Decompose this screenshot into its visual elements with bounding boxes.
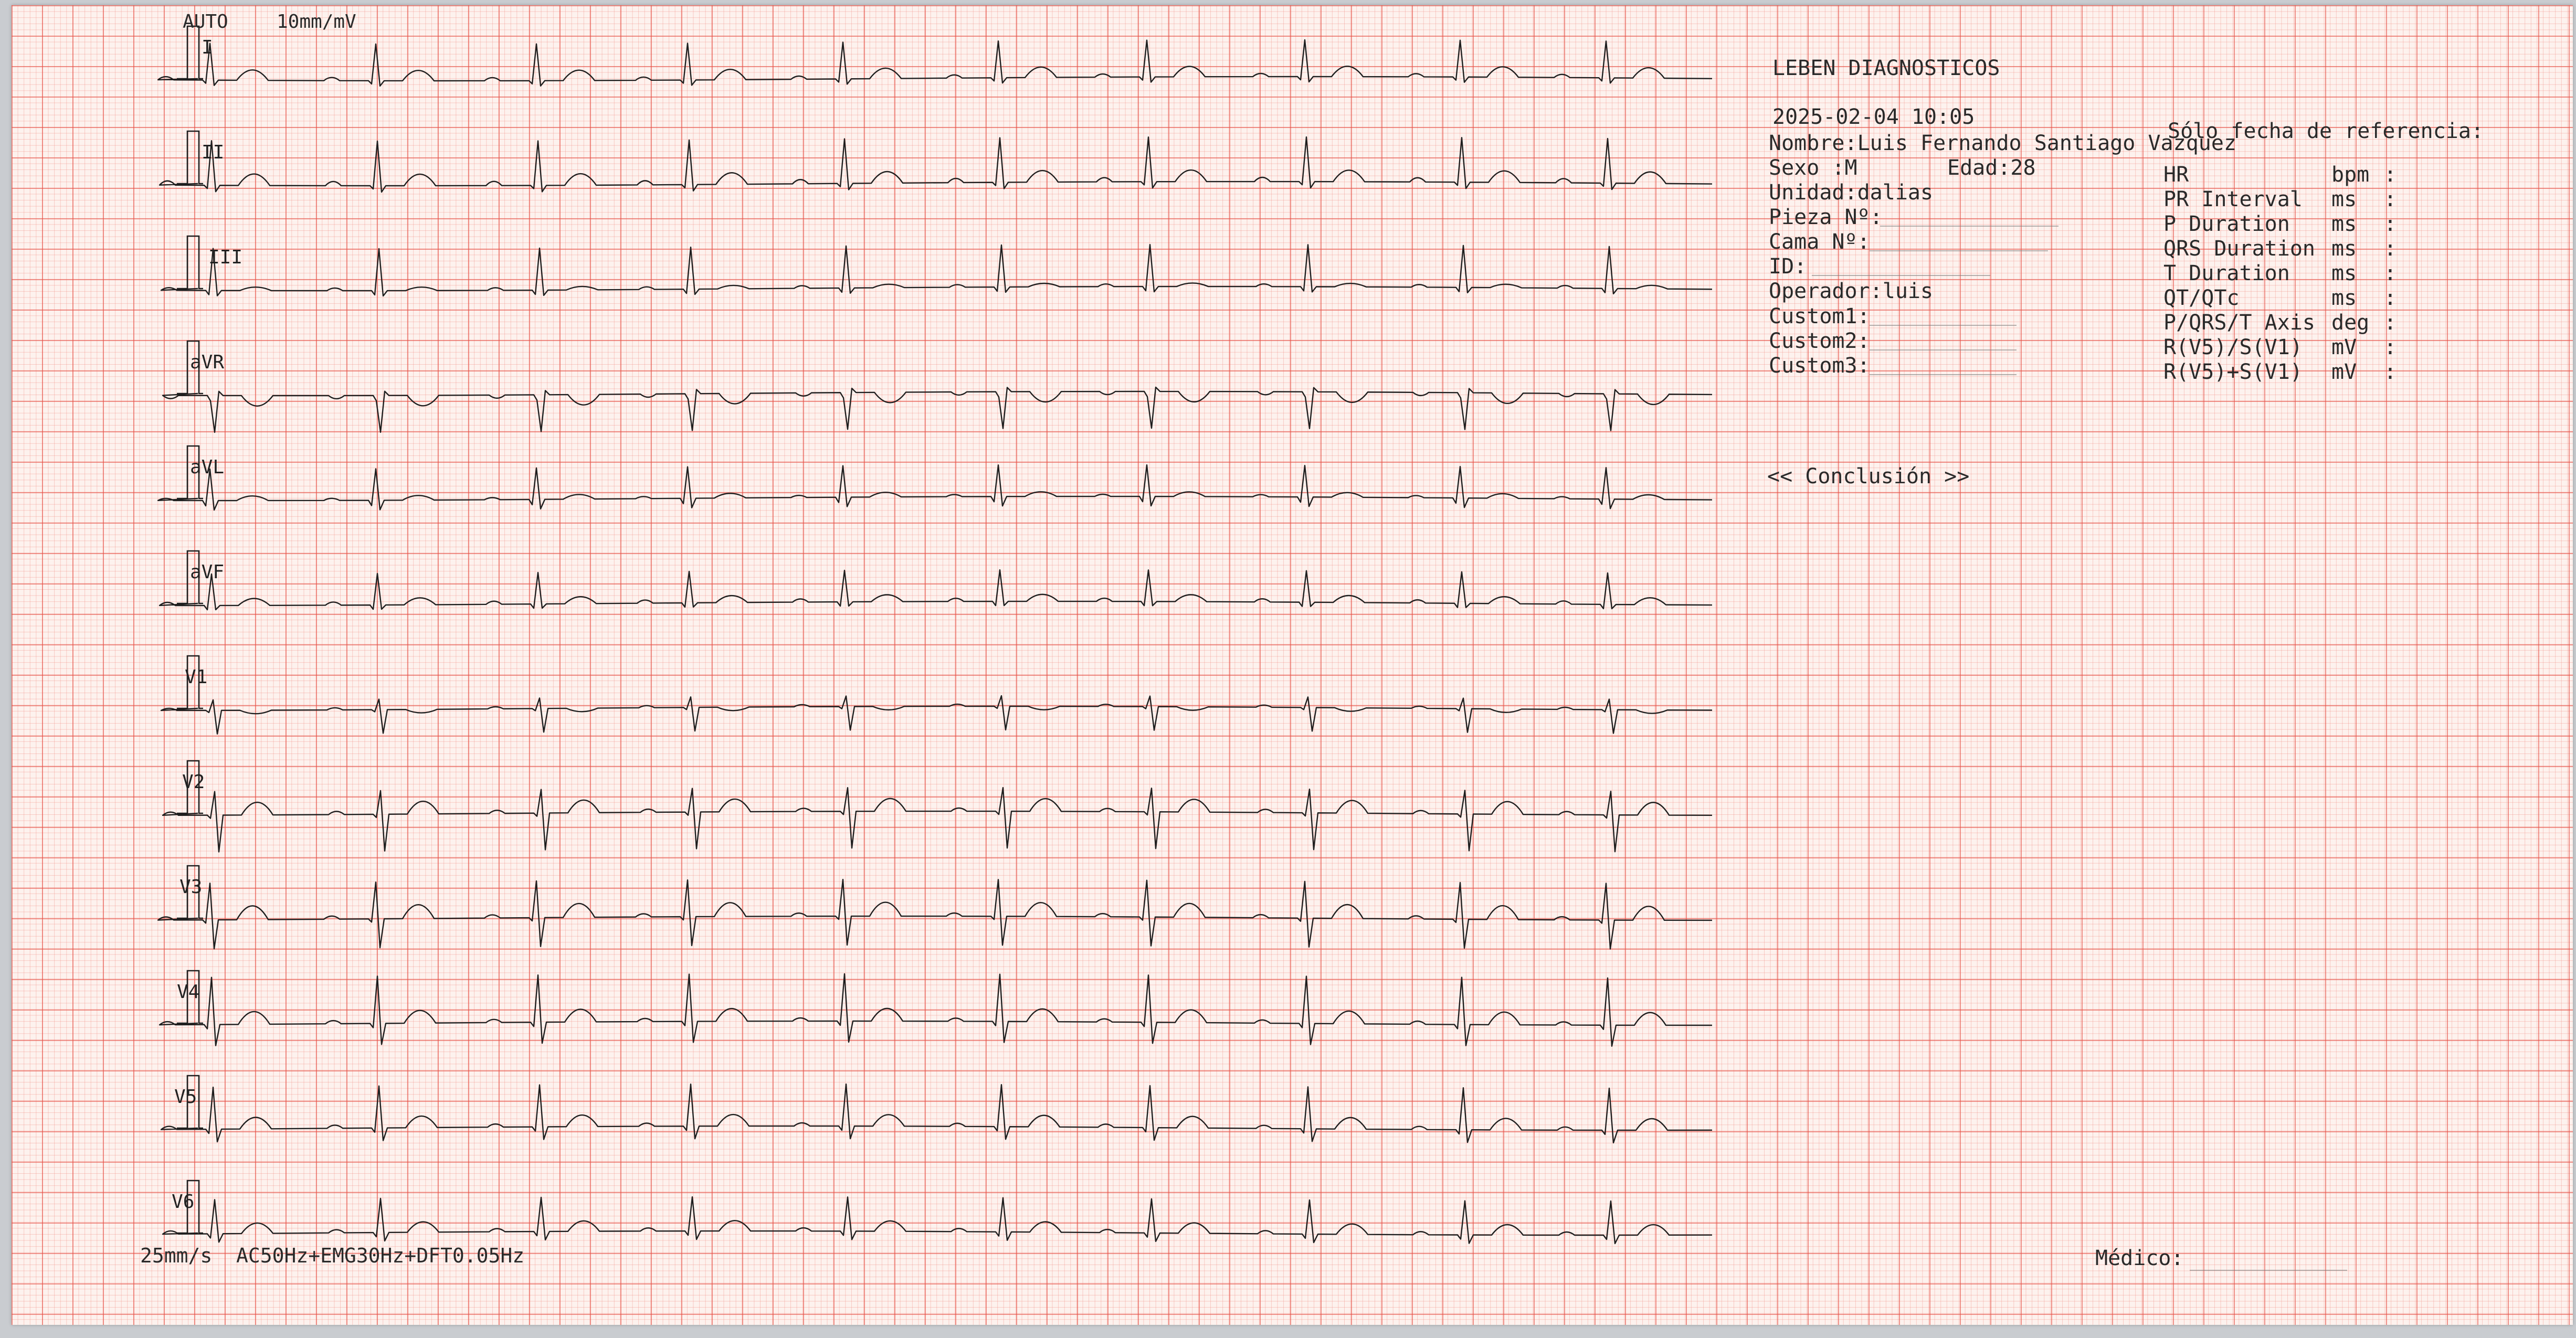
medico-label: Médico: (2095, 1246, 2184, 1270)
patient-sex: Sexo :M (1769, 156, 1857, 180)
measurement-label: HR (2163, 163, 2189, 187)
measurement-value-placeholder: : (2384, 311, 2397, 335)
measurement-unit: ms (2331, 286, 2357, 310)
ecg-trace-v5 (160, 1083, 1713, 1144)
ecg-trace-i (157, 39, 1713, 87)
measurement-value-placeholder: : (2384, 163, 2397, 187)
measurement-unit: mV (2331, 335, 2357, 359)
patient-name: Nombre:Luis Fernando Santiago Vazquez (1769, 131, 2237, 155)
lead-label-v6: V6 (172, 1191, 195, 1213)
id-underline (1812, 275, 1990, 276)
measurement-value-placeholder: : (2384, 335, 2397, 359)
measurement-unit: deg (2331, 311, 2370, 335)
ecg-paper: I II III aVR aVL aVF V1 V2 V3 V4 V5 V6 AUTO 10mm/mV… (12, 5, 2573, 1325)
lead-label-v1: V1 (185, 666, 208, 688)
measurement-label: PR Interval (2163, 187, 2303, 211)
lead-label-i: I (202, 37, 213, 58)
custom1-underline (1870, 325, 2017, 326)
measurement-label: P Duration (2163, 212, 2290, 236)
ecg-trace-ii (159, 136, 1713, 193)
lead-label-v3: V3 (180, 876, 203, 898)
patient-age: Edad:28 (1947, 156, 2036, 180)
ecg-trace-iii (160, 243, 1713, 297)
calibration-pulse (177, 25, 203, 80)
lead-label-avl: aVL (190, 456, 225, 478)
footer-settings: 25mm/s AC50Hz+EMG30Hz+DFT0.05Hz (140, 1244, 525, 1267)
measurement-unit: ms (2331, 237, 2357, 261)
pieza-underline (1880, 226, 2058, 227)
measurement-label: QT/QTc (2163, 286, 2240, 310)
measurement-value-placeholder: : (2384, 237, 2397, 261)
lead-label-v2: V2 (182, 771, 205, 793)
measurement-unit: mV (2331, 360, 2357, 384)
ecg-traces (157, 25, 1713, 1245)
lead-label-v5: V5 (174, 1086, 197, 1108)
measurement-unit: bpm (2331, 163, 2370, 187)
lead-label-avr: aVR (190, 352, 225, 373)
lead-label-ii: II (202, 142, 225, 163)
measurement-label: R(V5)/S(V1) (2163, 335, 2303, 359)
measurement-value-placeholder: : (2384, 212, 2397, 236)
cama-underline (1870, 250, 2048, 251)
patient-unit: Unidad:dalias (1769, 180, 1934, 205)
patient-cama: Cama Nº: (1769, 230, 1870, 254)
calibration-pulse (177, 130, 203, 185)
patient-custom1: Custom1: (1769, 304, 1870, 328)
conclusion-label: << Conclusión >> (1767, 464, 1970, 489)
gain-label: 10mm/mV (277, 11, 356, 33)
measurement-value-placeholder: : (2384, 360, 2397, 384)
measurement-label: R(V5)+S(V1) (2163, 360, 2303, 384)
custom2-underline (1870, 349, 2017, 351)
patient-pieza: Pieza Nº: (1769, 205, 1883, 229)
ecg-trace-v4 (159, 973, 1713, 1047)
ecg-trace-v3 (157, 878, 1713, 950)
measurement-label: T Duration (2163, 261, 2290, 285)
measurement-value-placeholder: : (2384, 187, 2397, 211)
custom3-underline (1870, 374, 2017, 375)
record-datetime: 2025-02-04 10:05 (1772, 105, 1975, 129)
measurement-value-placeholder: : (2384, 286, 2397, 310)
ecg-trace-v1 (160, 695, 1713, 735)
lead-label-iii: III (208, 247, 243, 268)
ecg-trace-avf (159, 569, 1713, 611)
lead-label-v4: V4 (177, 981, 200, 1003)
reference-note: Sólo fecha de referencia: (2168, 119, 2484, 143)
calibration-pulse (177, 235, 203, 290)
ecg-trace-v6 (162, 1196, 1713, 1245)
measurement-unit: ms (2331, 187, 2357, 211)
ecg-trace-avl (157, 464, 1713, 511)
measurement-label: P/QRS/T Axis (2163, 311, 2315, 335)
measurement-unit: ms (2331, 261, 2357, 285)
measurement-value-placeholder: : (2384, 261, 2397, 285)
ecg-trace-v2 (162, 787, 1713, 853)
auto-mode-label: AUTO (183, 11, 228, 33)
ecg-trace-avr (162, 386, 1713, 433)
patient-id: ID: (1769, 254, 1807, 279)
patient-operador: Operador:luis (1769, 279, 1934, 303)
medico-signature-line (2190, 1270, 2347, 1271)
institution-name: LEBEN DIAGNOSTICOS (1772, 56, 2000, 80)
lead-label-avf: aVF (190, 561, 225, 583)
measurement-label: QRS Duration (2163, 237, 2315, 261)
measurement-unit: ms (2331, 212, 2357, 236)
patient-custom3: Custom3: (1769, 354, 1870, 378)
patient-custom2: Custom2: (1769, 329, 1870, 353)
